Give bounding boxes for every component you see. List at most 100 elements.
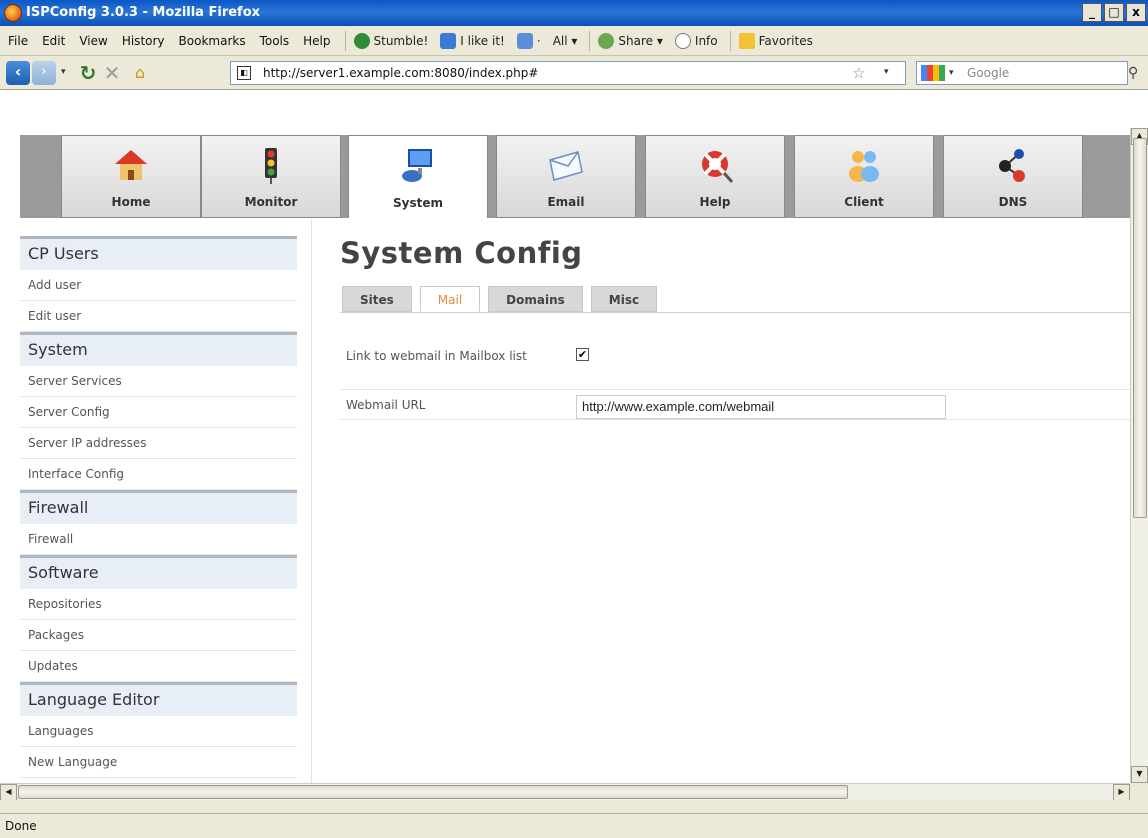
menu-file[interactable]: File: [8, 34, 28, 48]
menu-bar: File Edit View History Bookmarks Tools H…: [0, 26, 1148, 56]
sidebar-section-title: Language Editor: [20, 682, 297, 716]
module-tab-monitor[interactable]: Monitor: [201, 135, 341, 218]
page-title: System Config: [340, 236, 583, 270]
favorites-label: Favorites: [758, 33, 813, 48]
sidebar-section-title: CP Users: [20, 236, 297, 270]
module-label: Client: [844, 195, 884, 209]
tab-sites[interactable]: Sites: [342, 286, 412, 312]
sidebar-item-languages[interactable]: Languages: [20, 716, 297, 747]
webmail-link-label: Link to webmail in Mailbox list: [346, 349, 527, 363]
house-icon: [115, 150, 147, 180]
module-tab-client[interactable]: Client: [794, 135, 934, 218]
reload-icon: ↻: [79, 61, 97, 85]
minimize-button[interactable]: _: [1082, 3, 1102, 22]
sidebar-item-packages[interactable]: Packages: [20, 620, 297, 651]
firefox-logo-icon: [4, 4, 22, 22]
network-icon: [999, 149, 1025, 182]
stop-icon: ✕: [103, 61, 121, 85]
search-magnifier-icon[interactable]: ⚲: [1128, 65, 1138, 81]
module-tab-help[interactable]: Help: [645, 135, 785, 218]
url-dropdown-icon[interactable]: ▾: [884, 67, 889, 77]
sidebar-item-firewall[interactable]: Firewall: [20, 524, 297, 555]
tab-domains[interactable]: Domains: [488, 286, 583, 312]
sidebar-item-interface-config[interactable]: Interface Config: [20, 459, 297, 490]
window-titlebar: ISPConfig 3.0.3 - Mozilla Firefox _ □ x: [0, 0, 1148, 26]
envelope-icon: [549, 151, 583, 181]
share-label: Share: [618, 33, 654, 48]
forward-button[interactable]: ›: [32, 61, 56, 85]
scroll-down-icon[interactable]: ▼: [1131, 766, 1148, 783]
lifebuoy-icon: [702, 151, 734, 183]
sidebar-item-add-user[interactable]: Add user: [20, 270, 297, 301]
search-placeholder: Google: [967, 66, 1010, 80]
maximize-button[interactable]: □: [1104, 3, 1124, 22]
sidebar-divider: [311, 220, 312, 783]
navigation-toolbar: ‹ › ▾ ↻ ✕ ⌂ ◧ http://server1.example.com…: [0, 56, 1148, 90]
forward-arrow-icon: ›: [41, 64, 47, 79]
stumble-button[interactable]: Stumble!: [353, 32, 428, 49]
ilike-button[interactable]: I like it!: [440, 32, 505, 49]
all-label: All: [552, 33, 568, 48]
scroll-left-icon[interactable]: ◀: [0, 784, 17, 801]
menu-tools[interactable]: Tools: [260, 34, 290, 48]
sidebar-section-title: System: [20, 332, 297, 366]
sidebar-section-title: Firewall: [20, 490, 297, 524]
tab-misc[interactable]: Misc: [590, 286, 658, 312]
horizontal-scrollbar[interactable]: ◀ ▶: [0, 783, 1130, 801]
sidebar-item-server-ip-addresses[interactable]: Server IP addresses: [20, 428, 297, 459]
stop-button[interactable]: ✕: [100, 61, 124, 85]
favorites-button[interactable]: Favorites: [738, 32, 813, 49]
webmail-link-checkbox[interactable]: ✔: [576, 348, 589, 361]
module-tab-dns[interactable]: DNS: [943, 135, 1083, 218]
sidebar-item-updates[interactable]: Updates: [20, 651, 297, 682]
info-button[interactable]: Info: [674, 32, 718, 49]
menu-bookmarks[interactable]: Bookmarks: [179, 34, 246, 48]
star-icon: [738, 32, 755, 49]
sidebar-item-server-services[interactable]: Server Services: [20, 366, 297, 397]
page-viewport: Home Monitor System Email Help Client DN…: [0, 90, 1130, 783]
home-button[interactable]: ⌂: [128, 61, 152, 85]
module-tab-system[interactable]: System: [348, 135, 488, 218]
all-dropdown[interactable]: All ▾: [553, 34, 578, 48]
webmail-url-input[interactable]: http://www.example.com/webmail: [576, 395, 946, 419]
horizontal-scroll-thumb[interactable]: [18, 785, 848, 799]
menu-help[interactable]: Help: [303, 34, 330, 48]
search-engine-dropdown-icon[interactable]: ▾: [949, 62, 954, 84]
toolbar-separator: [729, 30, 731, 51]
search-box[interactable]: ▾ Google: [916, 61, 1128, 85]
ilike-label: I like it!: [460, 33, 505, 48]
speech-bubble-icon: [674, 32, 691, 49]
all-dropdown-icon: ▾: [567, 33, 578, 48]
close-button[interactable]: x: [1126, 3, 1146, 22]
sidebar-item-server-config[interactable]: Server Config: [20, 397, 297, 428]
back-arrow-icon: ‹: [14, 62, 22, 81]
site-favicon-icon: ◧: [237, 66, 251, 80]
menu-view[interactable]: View: [79, 34, 107, 48]
share-button[interactable]: Share ▾: [598, 32, 663, 49]
back-button[interactable]: ‹: [6, 61, 30, 85]
reload-button[interactable]: ↻: [76, 61, 100, 85]
toolbar-separator: [344, 30, 346, 51]
status-text: Done: [5, 819, 37, 833]
module-tab-email[interactable]: Email: [496, 135, 636, 218]
menu-history[interactable]: History: [122, 34, 165, 48]
tab-mail[interactable]: Mail: [419, 286, 481, 312]
vertical-scrollbar[interactable]: ▲ ▼: [1130, 128, 1148, 783]
history-dropdown-icon[interactable]: ▾: [61, 67, 66, 77]
google-icon: [921, 65, 945, 81]
module-label: Monitor: [244, 195, 298, 209]
scroll-right-icon[interactable]: ▶: [1113, 784, 1130, 801]
sidebar-item-edit-user[interactable]: Edit user: [20, 301, 297, 332]
sidebar-item-repositories[interactable]: Repositories: [20, 589, 297, 620]
share-icon: [598, 32, 615, 49]
vertical-scroll-thumb[interactable]: [1133, 138, 1147, 518]
menu-edit[interactable]: Edit: [42, 34, 65, 48]
main-content: System Config Sites Mail Domains Misc Li…: [340, 236, 1130, 420]
dislike-button[interactable]: ·: [516, 32, 541, 49]
sidebar-item-new-language[interactable]: New Language: [20, 747, 297, 778]
tab-underline: [340, 312, 1130, 313]
url-bar[interactable]: ◧ http://server1.example.com:8080/index.…: [230, 61, 906, 85]
module-tab-home[interactable]: Home: [61, 135, 201, 218]
bookmark-star-icon[interactable]: ☆: [852, 64, 865, 82]
form-row: Webmail URL http://www.example.com/webma…: [340, 390, 1130, 420]
